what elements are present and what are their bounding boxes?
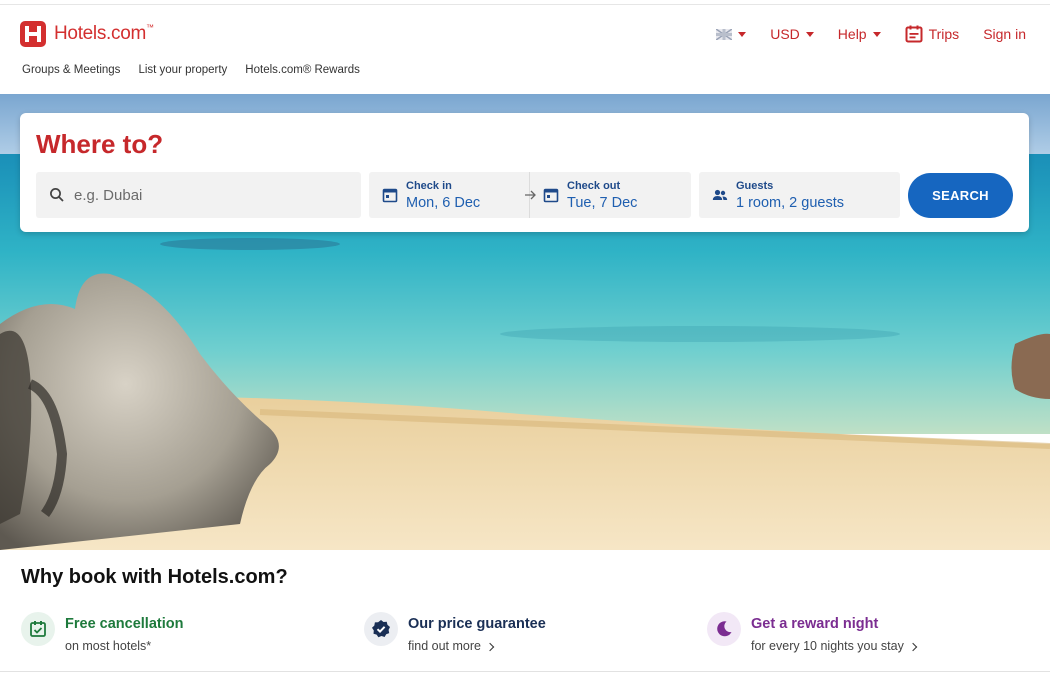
benefit-title: Our price guarantee [408, 616, 546, 632]
calendar-check-icon [21, 612, 55, 646]
arrow-right-icon [525, 190, 536, 200]
groups-meetings-link[interactable]: Groups & Meetings [22, 64, 120, 76]
chevron-down-icon [805, 31, 814, 37]
hotels-logo-icon [20, 21, 46, 47]
chevron-right-icon [485, 642, 495, 651]
currency-label: USD [770, 26, 800, 42]
search-card: Where to? e.g. Dubai Check in Mon, 6 Dec… [20, 113, 1029, 232]
top-nav: USD Help Trips Sign in [716, 21, 1026, 47]
trips-link[interactable]: Trips [905, 25, 960, 43]
destination-placeholder: e.g. Dubai [74, 187, 143, 204]
benefit-price-guarantee[interactable]: Our price guarantee find out more [364, 612, 546, 653]
uk-flag-icon [716, 28, 733, 40]
search-icon [50, 188, 64, 202]
chevron-down-icon [872, 31, 881, 37]
rewards-link[interactable]: Hotels.com® Rewards [245, 64, 360, 76]
sub-nav: Groups & Meetings List your property Hot… [22, 64, 360, 76]
check-out-label: Check out [567, 180, 621, 192]
divider [0, 671, 1050, 672]
check-out-value: Tue, 7 Dec [567, 195, 638, 211]
badge-check-icon [364, 612, 398, 646]
trips-label: Trips [928, 26, 960, 42]
destination-input[interactable]: e.g. Dubai [36, 172, 361, 218]
calendar-icon [382, 188, 398, 203]
moon-icon [707, 612, 741, 646]
benefit-title: Free cancellation [65, 616, 184, 632]
trips-icon [905, 25, 923, 43]
benefit-subtitle: on most hotels* [65, 639, 152, 653]
help-menu[interactable]: Help [838, 26, 881, 42]
calendar-icon [543, 188, 559, 203]
hotels-logo[interactable]: Hotels.com™ [20, 21, 154, 47]
check-out-field[interactable]: Check out Tue, 7 Dec [529, 172, 691, 218]
brand-name: Hotels.com™ [54, 23, 154, 44]
check-in-label: Check in [406, 180, 452, 192]
language-selector[interactable] [716, 28, 747, 40]
find-out-more-link[interactable]: find out more [408, 639, 546, 653]
benefit-title: Get a reward night [751, 616, 879, 632]
top-header: Hotels.com™ USD Help Trips Sign in Group… [0, 4, 1050, 92]
search-title: Where to? [36, 129, 164, 159]
chevron-right-icon [908, 642, 918, 651]
benefit-free-cancellation: Free cancellation on most hotels* [21, 612, 183, 653]
reward-night-link[interactable]: for every 10 nights you stay [751, 639, 918, 653]
search-button[interactable]: SEARCH [908, 173, 1013, 218]
chevron-down-icon [738, 31, 747, 37]
guests-value: 1 room, 2 guests [736, 195, 844, 211]
list-property-link[interactable]: List your property [138, 64, 227, 76]
benefit-reward-night[interactable]: Get a reward night for every 10 nights y… [707, 612, 918, 653]
people-icon [712, 189, 728, 200]
why-book-heading: Why book with Hotels.com? [21, 566, 288, 588]
sign-in-link[interactable]: Sign in [983, 26, 1026, 42]
currency-selector[interactable]: USD [770, 26, 814, 42]
sign-in-label: Sign in [983, 26, 1026, 42]
check-in-value: Mon, 6 Dec [406, 195, 481, 211]
help-label: Help [837, 26, 867, 42]
guests-label: Guests [736, 180, 774, 192]
check-in-field[interactable]: Check in Mon, 6 Dec [369, 172, 529, 218]
guests-field[interactable]: Guests 1 room, 2 guests [699, 172, 900, 218]
